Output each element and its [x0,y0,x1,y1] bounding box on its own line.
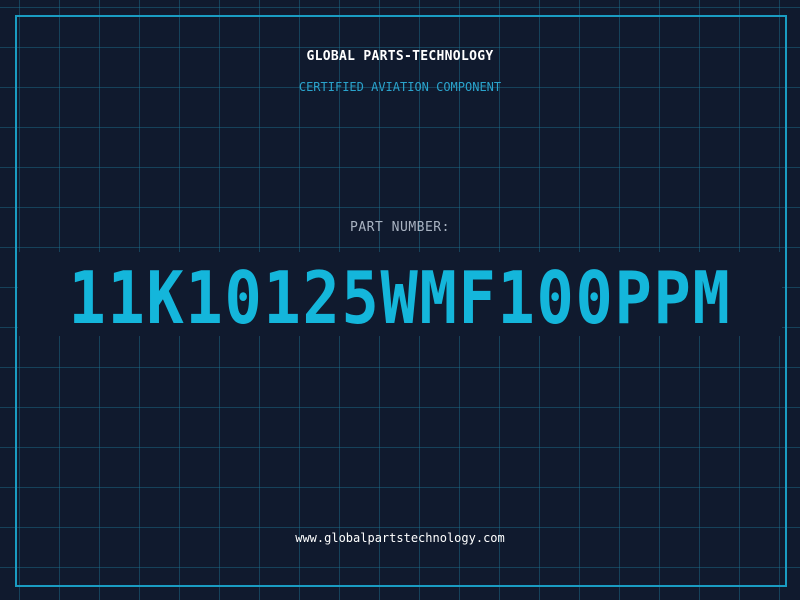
website-url: www.globalpartstechnology.com [295,531,505,545]
certification-subtitle: CERTIFIED AVIATION COMPONENT [298,80,502,94]
brand-title: GLOBAL PARTS-TECHNOLOGY [306,49,494,64]
part-number-value: 11K10125WMF100PPM [68,256,732,340]
part-number-label: PART NUMBER: [350,220,450,235]
part-card: GLOBAL PARTS-TECHNOLOGY CERTIFIED AVIATI… [0,0,800,600]
